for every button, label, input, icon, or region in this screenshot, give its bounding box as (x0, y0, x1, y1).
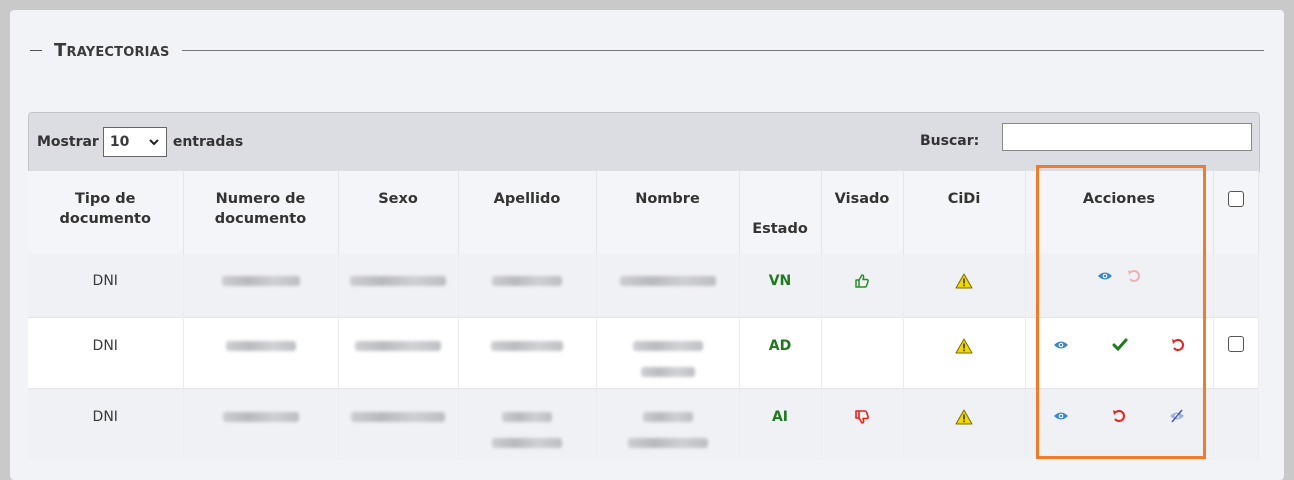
entries-label: entradas (172, 134, 244, 150)
cell-sex-redacted (338, 317, 459, 389)
legend-line (181, 49, 1264, 51)
table-row: DNI AI (28, 388, 1259, 459)
cell-cidi (903, 317, 1026, 389)
view-icon[interactable] (1053, 339, 1069, 351)
cell-doc-number-redacted (183, 253, 339, 318)
col-header-actions: Acciones (1025, 171, 1214, 253)
cell-sex-redacted (338, 253, 459, 318)
cell-first-name-redacted (596, 317, 740, 389)
col-header-visado[interactable]: Visado (821, 171, 904, 253)
cell-doc-number-redacted (183, 317, 339, 389)
table-toolbar: Mostrar 10 entradas Buscar: (28, 112, 1260, 172)
col-header-cidi[interactable]: CiDi (903, 171, 1026, 253)
cell-actions (1025, 253, 1214, 318)
check-icon[interactable] (1112, 338, 1128, 352)
row-select-checkbox[interactable] (1227, 336, 1244, 352)
thumbs-down-icon (855, 410, 869, 424)
search-label: Buscar: (920, 133, 980, 149)
cell-first-name-redacted (596, 253, 740, 318)
search-input[interactable] (1002, 123, 1252, 151)
cell-doc-type: DNI (28, 253, 184, 318)
section-legend: Trayectorias (30, 38, 1264, 62)
cell-visado (821, 317, 904, 389)
cell-select (1213, 253, 1259, 318)
col-header-status[interactable]: Estado (739, 171, 822, 253)
trayectorias-table-wrap: Tipo de documento Numero de documento Se… (28, 171, 1259, 459)
cell-status: AD (739, 317, 822, 389)
legend-dash (30, 49, 42, 51)
cell-select (1213, 388, 1259, 459)
show-label: Mostrar (37, 134, 99, 150)
undo-icon[interactable] (1171, 338, 1185, 352)
cell-doc-type: DNI (28, 317, 184, 389)
col-header-last-name[interactable]: Apellido (458, 171, 597, 253)
cell-visado (821, 388, 904, 459)
page-size-select[interactable]: 10 (102, 127, 167, 157)
col-header-select-all (1213, 171, 1259, 253)
chevron-down-icon (149, 139, 159, 146)
cell-doc-number-redacted (183, 388, 339, 459)
col-header-doc-type[interactable]: Tipo de documento (28, 171, 184, 253)
cell-select (1213, 317, 1259, 389)
col-header-doc-number[interactable]: Numero de documento (183, 171, 339, 253)
cell-status: AI (739, 388, 822, 459)
cell-last-name-redacted (458, 253, 597, 318)
select-all-checkbox[interactable] (1227, 191, 1244, 207)
cell-sex-redacted (338, 388, 459, 459)
hide-icon[interactable] (1169, 409, 1185, 423)
col-header-sex[interactable]: Sexo (338, 171, 459, 253)
thumbs-up-icon (855, 274, 869, 288)
cell-visado (821, 253, 904, 318)
cell-first-name-redacted (596, 388, 740, 459)
cell-doc-type: DNI (28, 388, 184, 459)
cell-last-name-redacted (458, 388, 597, 459)
undo-icon (1128, 270, 1140, 282)
cell-status: VN (739, 253, 822, 318)
table-row: DNI AD (28, 317, 1259, 389)
cell-actions (1025, 388, 1214, 459)
trayectorias-table: Tipo de documento Numero de documento Se… (28, 171, 1259, 459)
warning-icon (955, 273, 973, 289)
view-icon[interactable] (1097, 270, 1113, 282)
cell-cidi (903, 253, 1026, 318)
section-title: Trayectorias (54, 39, 170, 61)
cell-actions (1025, 317, 1214, 389)
warning-icon (955, 409, 973, 425)
cell-last-name-redacted (458, 317, 597, 389)
table-header-row: Tipo de documento Numero de documento Se… (28, 171, 1259, 253)
table-row: DNI VN (28, 253, 1259, 318)
col-header-first-name[interactable]: Nombre (596, 171, 740, 253)
page-size-value: 10 (109, 134, 130, 150)
cell-cidi (903, 388, 1026, 459)
undo-icon[interactable] (1112, 409, 1126, 423)
view-icon[interactable] (1053, 410, 1069, 422)
warning-icon (955, 338, 973, 354)
